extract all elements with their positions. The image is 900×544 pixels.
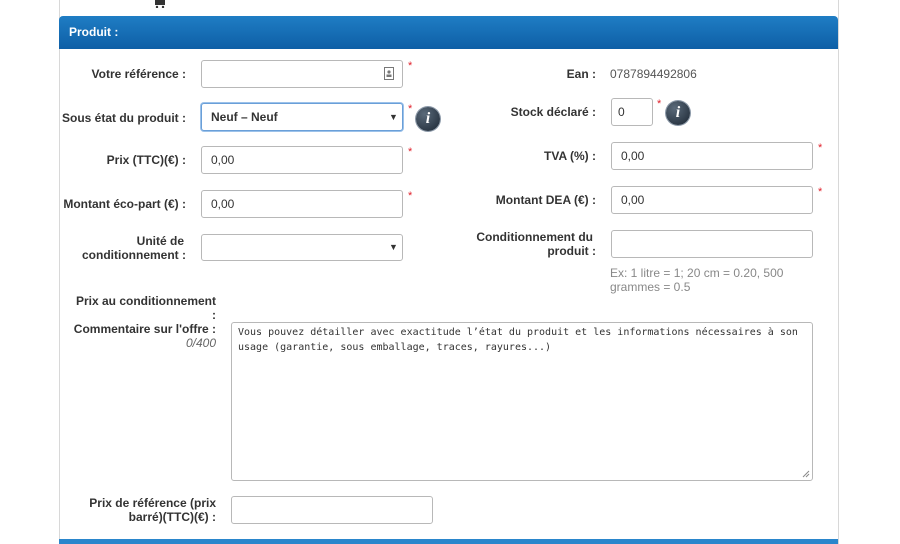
required-mark: * — [408, 60, 413, 72]
info-icon[interactable]: i — [416, 107, 440, 131]
info-icon[interactable]: i — [666, 101, 690, 125]
unite-label-line1: Unité de — [136, 234, 184, 248]
section-header: Produit : — [59, 16, 838, 49]
ecopart-label: Montant éco-part (€) : — [63, 197, 186, 211]
cond-produit-label-line2: produit : — [547, 244, 596, 258]
reference-input[interactable] — [201, 60, 403, 88]
required-mark: * — [408, 146, 413, 158]
required-mark: * — [408, 103, 413, 115]
char-counter: 0/400 — [186, 336, 217, 350]
tva-label: TVA (%) : — [544, 149, 596, 163]
next-section-header — [59, 539, 838, 544]
reference-label: Votre référence : — [91, 67, 186, 81]
ecopart-input[interactable]: 0,00 — [201, 190, 403, 218]
required-mark: * — [818, 142, 823, 154]
unite-select[interactable] — [201, 234, 403, 261]
sous-etat-select[interactable]: Neuf – Neuf — [201, 103, 403, 131]
contact-card-icon — [384, 67, 394, 80]
resize-handle-icon[interactable] — [802, 470, 810, 478]
tva-input[interactable]: 0,00 — [611, 142, 813, 170]
dea-label: Montant DEA (€) : — [495, 193, 596, 207]
cond-produit-input[interactable] — [611, 230, 813, 258]
prix-ref-label-line1: Prix de référence (prix — [89, 496, 216, 510]
commentaire-placeholder: Vous pouvez détailler avec exactitude l’… — [238, 327, 798, 353]
prix-label: Prix (TTC)(€) : — [106, 153, 186, 167]
prix-cond-label-line2: : — [212, 308, 216, 322]
prix-ref-label-line2: barré)(TTC)(€) : — [128, 510, 216, 524]
ean-label: Ean : — [566, 67, 596, 81]
prix-ref-input[interactable] — [231, 496, 433, 524]
commentaire-textarea[interactable]: Vous pouvez détailler avec exactitude l’… — [231, 322, 813, 481]
ean-value: 0787894492806 — [610, 67, 697, 81]
sous-etat-label: Sous état du produit : — [62, 111, 186, 125]
cond-produit-hint-line1: Ex: 1 litre = 1; 20 cm = 0.20, 500 — [610, 266, 784, 280]
commentaire-label: Commentaire sur l'offre : — [73, 322, 216, 336]
required-mark: * — [657, 98, 662, 110]
stock-input[interactable]: 0 — [611, 98, 653, 126]
cond-produit-label-line1: Conditionnement du — [476, 230, 593, 244]
prix-input[interactable]: 0,00 — [201, 146, 403, 174]
prix-cond-label-line1: Prix au conditionnement — [75, 294, 216, 308]
cart-icon — [155, 0, 165, 8]
stock-label: Stock déclaré : — [510, 105, 596, 119]
required-mark: * — [818, 186, 823, 198]
chevron-down-icon: ▼ — [389, 242, 398, 252]
unite-label-line2: conditionnement : — [82, 248, 186, 262]
dea-input[interactable]: 0,00 — [611, 186, 813, 214]
required-mark: * — [408, 190, 413, 202]
cond-produit-hint-line2: grammes = 0.5 — [610, 280, 691, 294]
chevron-down-icon: ▼ — [389, 112, 398, 122]
